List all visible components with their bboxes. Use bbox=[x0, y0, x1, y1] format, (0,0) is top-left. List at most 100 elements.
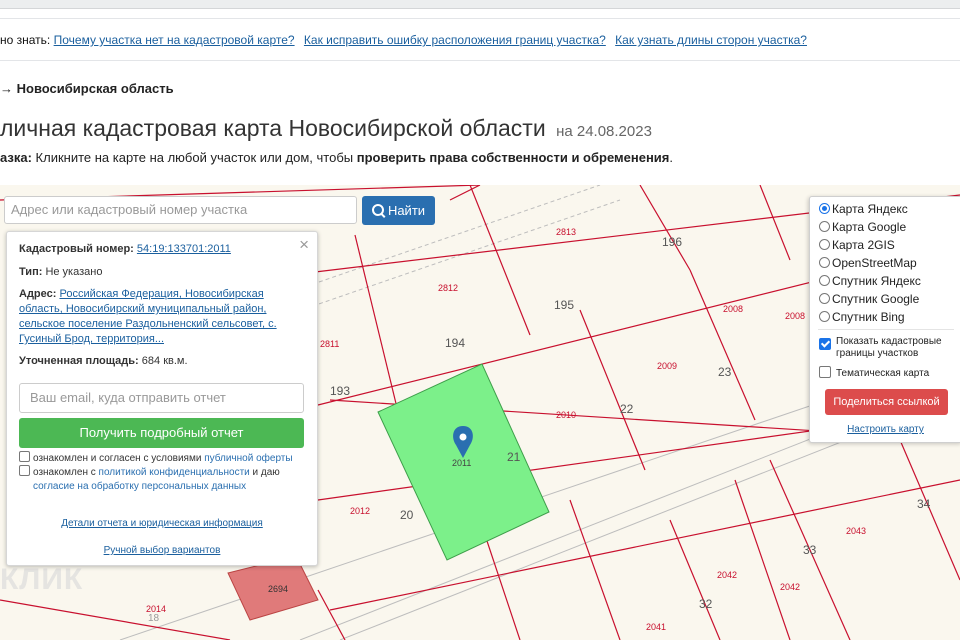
consent-offer-checkbox[interactable] bbox=[19, 451, 30, 462]
parcel-label: 32 bbox=[699, 597, 713, 611]
faq-link-fix-borders[interactable]: Как исправить ошибку расположения границ… bbox=[304, 33, 606, 47]
consent-offer-text: ознакомлен и согласен с условиями bbox=[33, 453, 202, 464]
parcel-label: 2008 bbox=[785, 311, 805, 321]
report-details-link[interactable]: Детали отчета и юридическая информация bbox=[7, 518, 317, 529]
parcel-label: 2042 bbox=[717, 570, 737, 580]
layer-label: Спутник Bing bbox=[832, 310, 905, 324]
parcel-label: 193 bbox=[330, 384, 350, 398]
parcel-label: 2008 bbox=[723, 304, 743, 314]
browser-top-strip bbox=[0, 0, 960, 9]
page-title-text: личная кадастровая карта Новосибирской о… bbox=[0, 115, 546, 141]
parcel-label: 18 bbox=[148, 613, 160, 624]
divider bbox=[0, 60, 960, 61]
configure-map-link[interactable]: Настроить карту bbox=[810, 424, 960, 435]
consent-privacy-mid: и даю bbox=[252, 467, 280, 478]
layer-option-yandex-map[interactable]: Карта Яндекс bbox=[819, 200, 908, 218]
radio-icon[interactable] bbox=[819, 293, 830, 304]
parcel-label: 2012 bbox=[350, 506, 370, 516]
hint-prefix: азка: bbox=[0, 150, 32, 165]
divider bbox=[818, 329, 954, 330]
radio-icon[interactable] bbox=[819, 311, 830, 322]
address-label: Адрес: bbox=[19, 288, 57, 300]
parcel-label: 23 bbox=[718, 365, 732, 379]
address-link[interactable]: Российская Федерация, Новосибирская обла… bbox=[19, 288, 277, 345]
radio-icon[interactable] bbox=[819, 203, 830, 214]
search-button-label: Найти bbox=[387, 203, 426, 218]
parcel-label: 2813 bbox=[556, 227, 576, 237]
layer-label: Карта Яндекс bbox=[832, 202, 908, 216]
share-link-button[interactable]: Поделиться ссылкой bbox=[825, 389, 948, 415]
search-input[interactable]: Адрес или кадастровый номер участка bbox=[4, 196, 357, 224]
faq-link-side-lengths[interactable]: Как узнать длины сторон участка? bbox=[615, 33, 807, 47]
layer-label: Карта Google bbox=[832, 220, 907, 234]
layer-option-google-satellite[interactable]: Спутник Google bbox=[819, 290, 919, 308]
consent-offer: ознакомлен и согласен с условиями публич… bbox=[19, 451, 309, 466]
hint-bold: проверить права собственности и обремене… bbox=[356, 150, 670, 165]
parcel-label: 2694 bbox=[268, 584, 288, 594]
layer-option-osm[interactable]: OpenStreetMap bbox=[819, 254, 917, 272]
cadastral-number-label: Кадастровый номер: bbox=[19, 243, 134, 255]
faq-label: но знать: bbox=[0, 33, 51, 47]
parcel-label: 2009 bbox=[657, 361, 677, 371]
parcel-label: 21 bbox=[507, 450, 521, 464]
parcel-label: 194 bbox=[445, 336, 465, 350]
type-value: Не указано bbox=[45, 266, 103, 278]
parcel-label: 2811 bbox=[320, 339, 339, 349]
faq-link-missing-parcel[interactable]: Почему участка нет на кадастровой карте? bbox=[54, 33, 295, 47]
type-row: Тип: Не указано bbox=[19, 265, 309, 280]
manual-selection-link[interactable]: Ручной выбор вариантов bbox=[7, 545, 317, 556]
parcel-label: 22 bbox=[620, 402, 634, 416]
parcel-info-popup: × Кадастровый номер: 54:19:133701:2011 Т… bbox=[6, 231, 318, 566]
show-borders-label: Показать кадастровые границы участков bbox=[836, 336, 942, 359]
hint-end: . bbox=[669, 150, 674, 165]
show-borders-checkbox[interactable] bbox=[819, 338, 831, 350]
parcel-label: 2011 bbox=[452, 458, 471, 468]
radio-icon[interactable] bbox=[819, 275, 830, 286]
type-label: Тип: bbox=[19, 266, 43, 278]
search-icon bbox=[371, 204, 384, 216]
show-borders-option[interactable]: Показать кадастровые границы участков bbox=[819, 336, 954, 360]
area-label: Уточненная площадь: bbox=[19, 355, 139, 367]
public-offer-link[interactable]: публичной оферты bbox=[204, 453, 292, 464]
layer-option-google-map[interactable]: Карта Google bbox=[819, 218, 906, 236]
area-value: 684 кв.м. bbox=[141, 355, 188, 367]
thematic-map-option[interactable]: Тематическая карта bbox=[819, 366, 954, 380]
consent-privacy-text: ознакомлен с bbox=[33, 467, 96, 478]
breadcrumb: → Новосибирская область bbox=[0, 81, 174, 96]
map-watermark: КЛИК bbox=[0, 563, 84, 596]
email-input[interactable]: Ваш email, куда отправить отчет bbox=[19, 383, 304, 413]
get-report-button[interactable]: Получить подробный отчет bbox=[19, 418, 304, 448]
parcel-label: 196 bbox=[662, 235, 682, 249]
personal-data-consent-link[interactable]: согласие на обработку персональных данны… bbox=[33, 481, 246, 492]
parcel-label: 2010 bbox=[556, 410, 576, 420]
thematic-map-label: Тематическая карта bbox=[836, 368, 930, 379]
radio-icon[interactable] bbox=[819, 221, 830, 232]
radio-icon[interactable] bbox=[819, 239, 830, 250]
layer-label: OpenStreetMap bbox=[832, 256, 917, 270]
layer-label: Карта 2GIS bbox=[832, 238, 895, 252]
consent-privacy-checkbox[interactable] bbox=[19, 465, 30, 476]
search-button[interactable]: Найти bbox=[362, 196, 435, 225]
cadastral-number-link[interactable]: 54:19:133701:2011 bbox=[137, 243, 231, 255]
parcel-label: 2042 bbox=[780, 582, 800, 592]
parcel-label: 2041 bbox=[646, 622, 666, 632]
hint-body: Кликните на карте на любой участок или д… bbox=[35, 150, 354, 165]
parcel-label: 20 bbox=[400, 508, 414, 522]
layer-option-2gis-map[interactable]: Карта 2GIS bbox=[819, 236, 895, 254]
layer-option-yandex-satellite[interactable]: Спутник Яндекс bbox=[819, 272, 921, 290]
map-layers-panel: Карта Яндекс Карта Google Карта 2GIS Ope… bbox=[809, 196, 960, 443]
thematic-map-checkbox[interactable] bbox=[819, 366, 831, 378]
cadastral-number-row: Кадастровый номер: 54:19:133701:2011 bbox=[19, 242, 309, 257]
page-title: личная кадастровая карта Новосибирской о… bbox=[0, 115, 652, 142]
area-row: Уточненная площадь: 684 кв.м. bbox=[19, 354, 309, 369]
layer-label: Спутник Google bbox=[832, 292, 920, 306]
divider bbox=[0, 18, 960, 19]
page-date: на 24.08.2023 bbox=[556, 123, 652, 140]
layer-label: Спутник Яндекс bbox=[832, 274, 921, 288]
privacy-policy-link[interactable]: политикой конфиденциальности bbox=[99, 467, 250, 478]
parcel-label: 2043 bbox=[846, 526, 866, 536]
layer-option-bing-satellite[interactable]: Спутник Bing bbox=[819, 308, 905, 326]
consent-privacy: ознакомлен с политикой конфиденциальност… bbox=[19, 465, 309, 494]
radio-icon[interactable] bbox=[819, 257, 830, 268]
faq-links: но знать: Почему участка нет на кадастро… bbox=[0, 33, 813, 47]
